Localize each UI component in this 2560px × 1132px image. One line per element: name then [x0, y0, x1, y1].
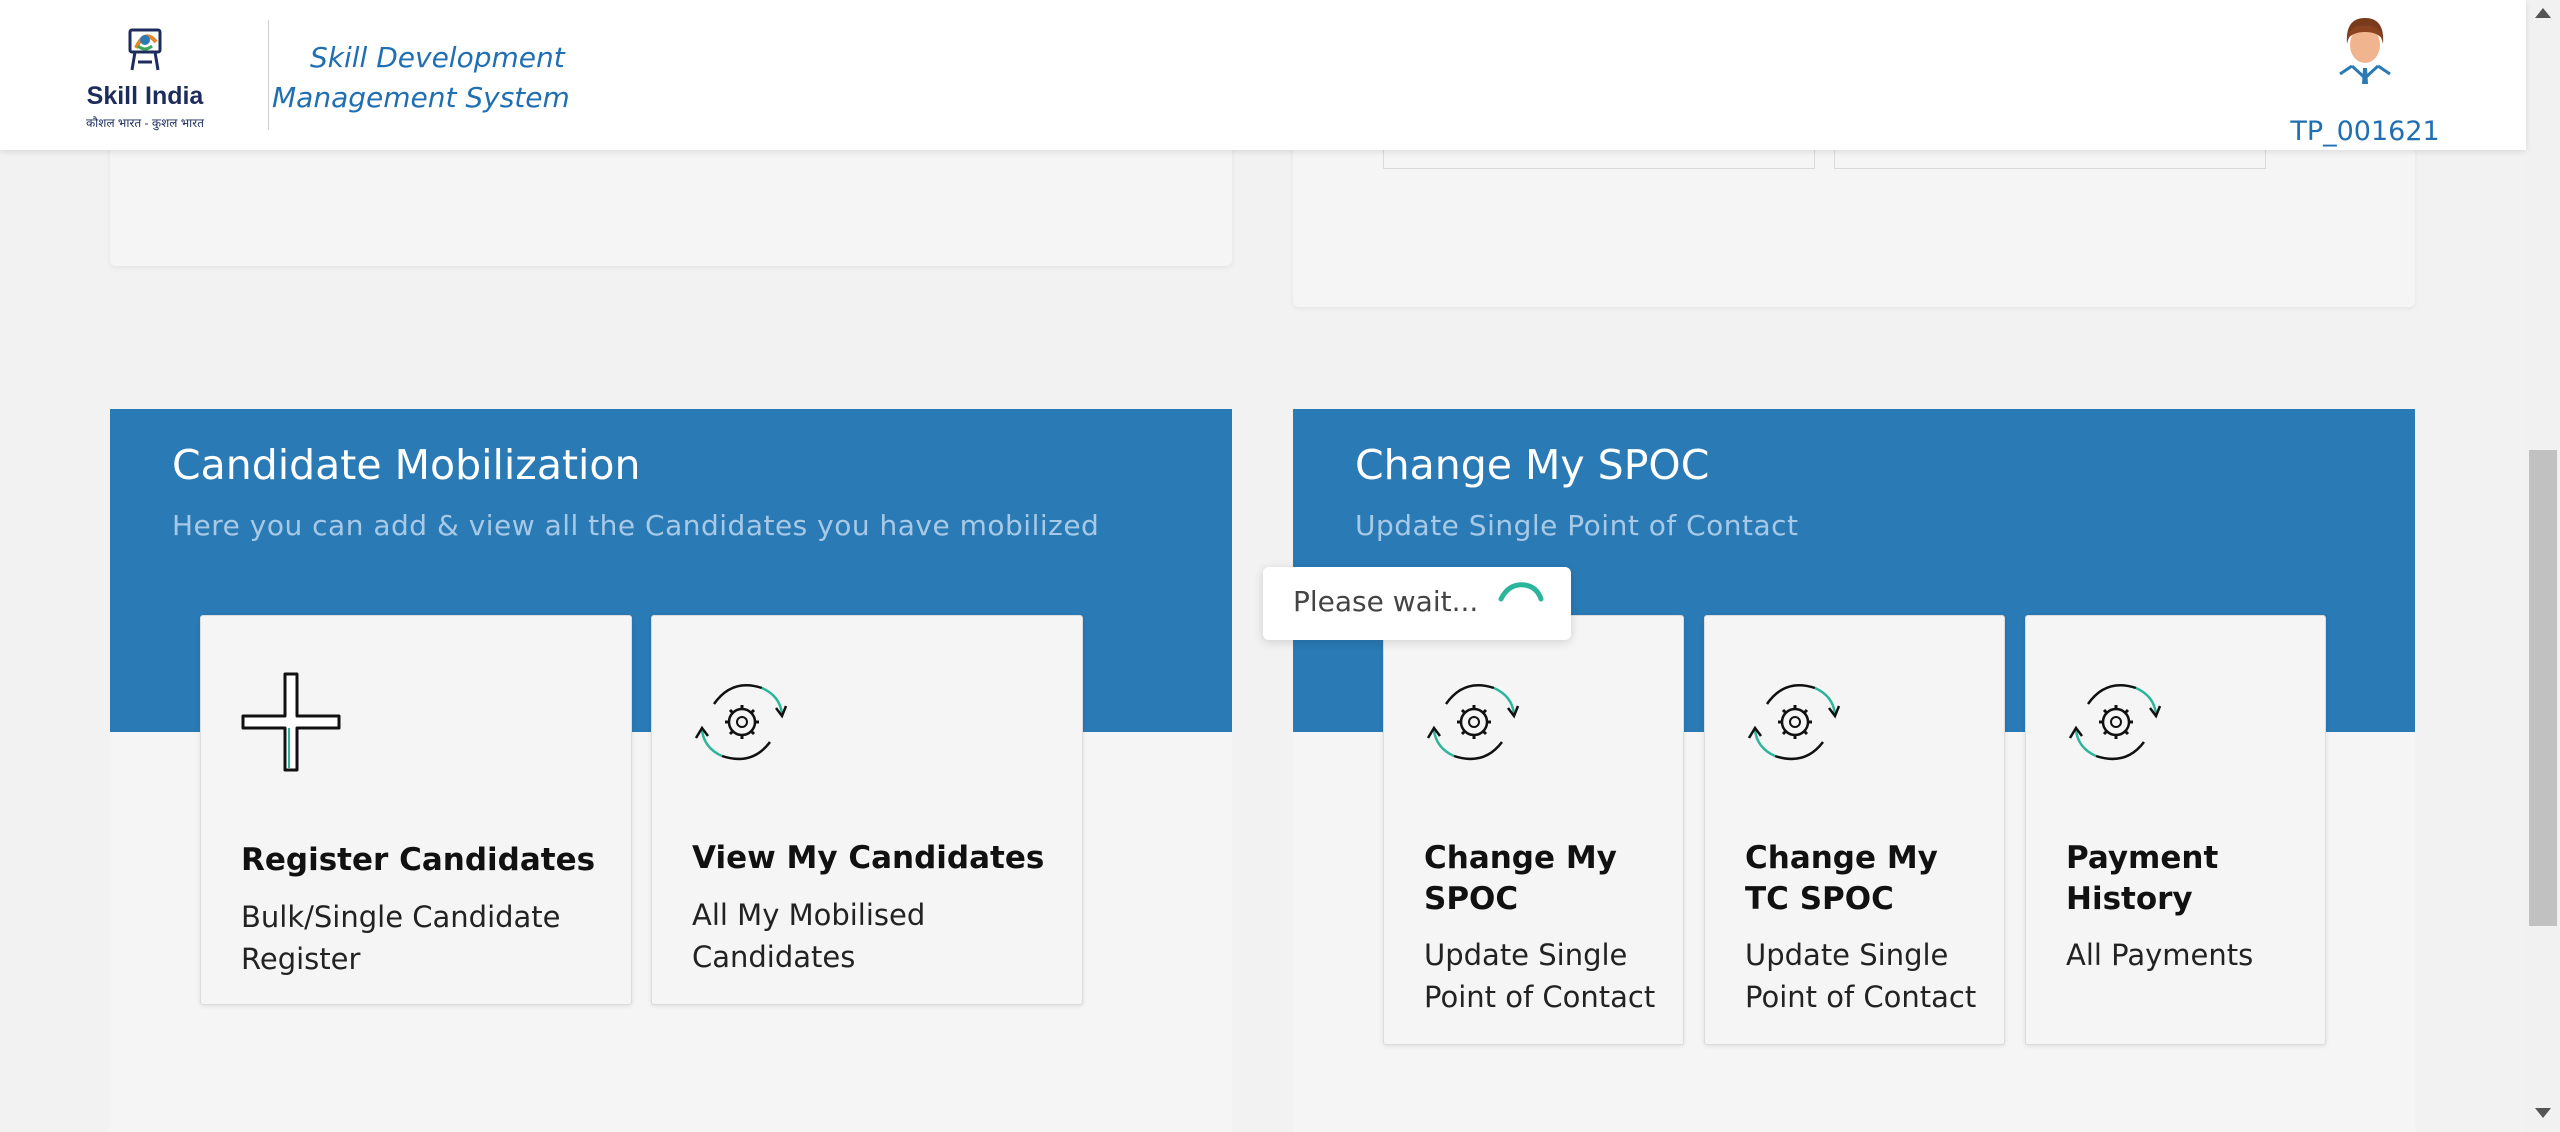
- gear-refresh-icon: [1426, 684, 1520, 761]
- top-header: Skill India कौशल भारत - कुशल भारत Skill …: [0, 0, 2526, 150]
- gear-refresh-icon: [1747, 684, 1841, 761]
- register-candidates-card[interactable]: Register Candidates Bulk/Single Candidat…: [200, 615, 632, 1005]
- plus-icon: [241, 672, 341, 772]
- card-title: Change My SPOC: [1424, 840, 1617, 917]
- view-my-candidates-card[interactable]: View My Candidates All My Mobilised Cand…: [651, 615, 1083, 1005]
- user-avatar-icon: [2338, 18, 2392, 86]
- scrollbar-thumb[interactable]: [2529, 450, 2557, 926]
- card-description: All Payments: [2066, 938, 2254, 972]
- user-id-label[interactable]: TP_001621: [2280, 116, 2450, 147]
- section-title: Candidate Mobilization: [172, 441, 641, 489]
- scroll-down-icon[interactable]: [2535, 1108, 2551, 1118]
- gear-refresh-icon: [694, 684, 788, 761]
- change-my-spoc-card[interactable]: Change My SPOC Update Single Point of Co…: [1383, 615, 1684, 1045]
- card-title: View My Candidates: [692, 840, 1045, 876]
- card-description: Update Single Point of Contact: [1745, 938, 1977, 1014]
- card-title: Payment History: [2066, 840, 2219, 917]
- header-divider: [268, 20, 269, 130]
- card-description: All My Mobilised Candidates: [692, 898, 926, 974]
- change-my-tc-spoc-card[interactable]: Change My TC SPOC Update Single Point of…: [1704, 615, 2005, 1045]
- logo-subtitle: कौशल भारत - कुशल भारत: [85, 116, 205, 130]
- loading-popup: Please wait...: [1263, 567, 1571, 640]
- spinner-icon: [1498, 582, 1544, 602]
- change-spoc-section: Change My SPOC Update Single Point of Co…: [1293, 409, 2415, 1132]
- card-title: Change My TC SPOC: [1745, 840, 1938, 917]
- gear-refresh-icon: [2068, 684, 2162, 761]
- section-title: Change My SPOC: [1355, 441, 1710, 489]
- section-subtitle: Update Single Point of Contact: [1355, 509, 1799, 542]
- system-title: Skill Development Management System: [272, 41, 570, 114]
- payment-history-card[interactable]: Payment History All Payments: [2025, 615, 2326, 1045]
- skill-india-logo[interactable]: Skill India कौशल भारत - कुशल भारत: [80, 22, 210, 130]
- logo-title: Skill India: [86, 82, 204, 110]
- card-title: Register Candidates: [241, 842, 596, 878]
- card-description: Bulk/Single Candidate Register: [241, 900, 561, 976]
- candidate-mobilization-section: Candidate Mobilization Here you can add …: [110, 409, 1232, 1132]
- loading-text: Please wait...: [1293, 585, 1479, 618]
- section-subtitle: Here you can add & view all the Candidat…: [172, 509, 1100, 542]
- card-description: Update Single Point of Contact: [1424, 938, 1656, 1014]
- user-profile[interactable]: TP_001621: [2280, 10, 2450, 147]
- skill-india-emblem-icon: [128, 28, 162, 71]
- scroll-up-icon[interactable]: [2535, 8, 2551, 18]
